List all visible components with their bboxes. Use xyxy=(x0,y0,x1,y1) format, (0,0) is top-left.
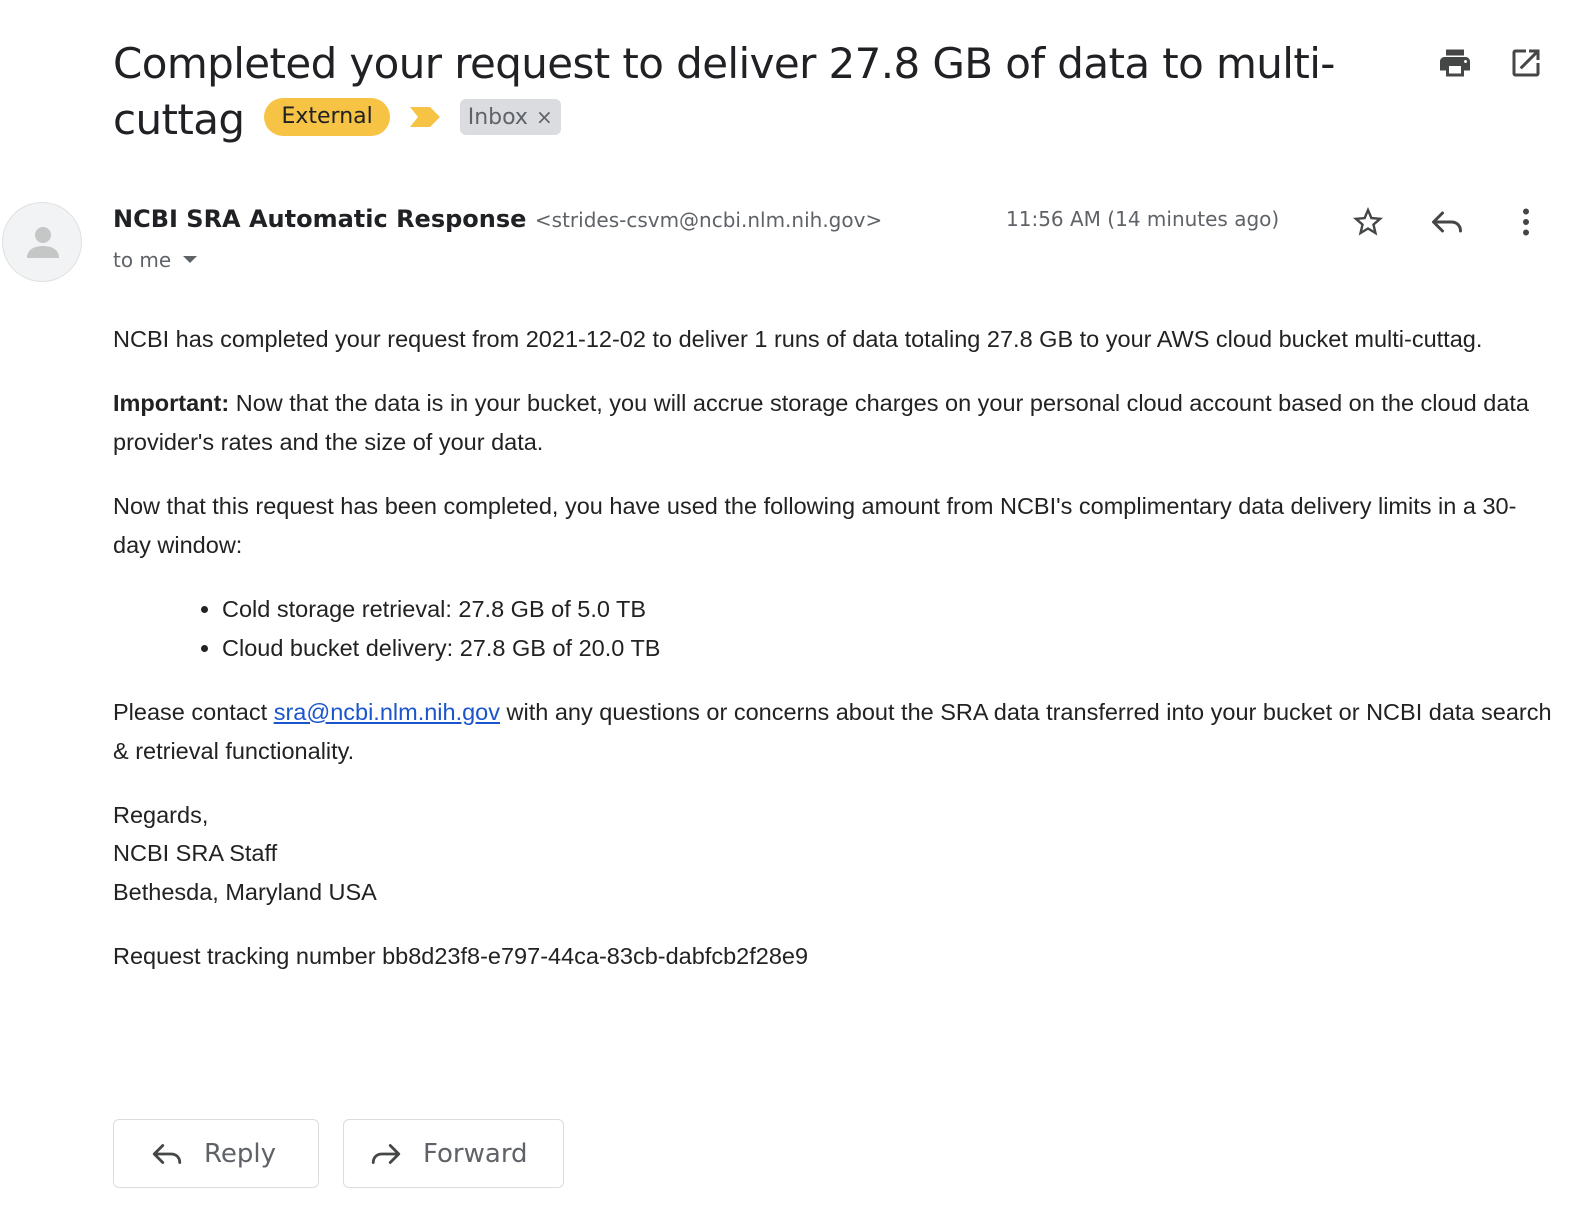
importance-marker-icon[interactable] xyxy=(408,106,442,128)
reply-icon[interactable] xyxy=(1429,204,1465,240)
list-item: Cold storage retrieval: 27.8 GB of 5.0 T… xyxy=(222,590,1553,630)
signature-location: Bethesda, Maryland USA xyxy=(113,878,377,905)
recipient-details-toggle[interactable]: to me xyxy=(113,248,198,272)
remove-label-icon[interactable]: × xyxy=(536,105,553,129)
signature: Regards, NCBI SRA Staff Bethesda, Maryla… xyxy=(113,796,1553,912)
external-label: External xyxy=(264,97,390,136)
tracking-number: Request tracking number bb8d23f8-e797-44… xyxy=(113,943,809,969)
subject-row: Completed your request to deliver 27.8 G… xyxy=(113,36,1403,148)
contact-text-before: Please contact xyxy=(113,698,274,725)
forward-icon xyxy=(371,1143,401,1164)
reply-button[interactable]: Reply xyxy=(113,1119,319,1188)
body-paragraph-limits: Now that this request has been completed… xyxy=(113,492,1517,559)
avatar[interactable] xyxy=(2,202,82,282)
contact-email-link[interactable]: sra@ncbi.nlm.nih.gov xyxy=(274,699,500,725)
list-item: Cloud bucket delivery: 27.8 GB of 20.0 T… xyxy=(222,629,1553,669)
inbox-label-text: Inbox xyxy=(467,104,528,130)
forward-button[interactable]: Forward xyxy=(343,1119,564,1188)
reply-button-label: Reply xyxy=(204,1138,277,1169)
email-body: NCBI has completed your request from 202… xyxy=(113,320,1553,1001)
sender-row: NCBI SRA Automatic Response <strides-csv… xyxy=(113,205,983,233)
sender-name[interactable]: NCBI SRA Automatic Response xyxy=(113,205,526,233)
signature-regards: Regards, xyxy=(113,801,209,828)
body-paragraph-important: Important: Now that the data is in your … xyxy=(113,384,1553,463)
limits-list: Cold storage retrieval: 27.8 GB of 5.0 T… xyxy=(113,590,1553,669)
body-paragraph-completed: NCBI has completed your request from 202… xyxy=(113,326,1483,352)
star-icon[interactable] xyxy=(1350,204,1386,240)
body-paragraph-contact: Please contact sra@ncbi.nlm.nih.gov with… xyxy=(113,693,1553,772)
recipient-label: to me xyxy=(113,248,172,272)
important-text: Now that the data is in your bucket, you… xyxy=(113,389,1529,456)
reply-icon xyxy=(152,1143,182,1164)
sender-email: <strides-csvm@ncbi.nlm.nih.gov> xyxy=(534,208,883,232)
chevron-down-icon[interactable] xyxy=(183,256,198,263)
print-icon[interactable] xyxy=(1437,45,1473,81)
forward-button-label: Forward xyxy=(423,1138,528,1169)
open-in-new-window-icon[interactable] xyxy=(1508,45,1544,81)
timestamp: 11:56 AM (14 minutes ago) xyxy=(1006,207,1280,231)
email-subject: Completed your request to deliver 27.8 G… xyxy=(113,36,1403,148)
signature-staff: NCBI SRA Staff xyxy=(113,840,278,866)
inbox-label[interactable]: Inbox × xyxy=(459,98,561,135)
default-person-icon xyxy=(27,227,59,258)
more-vert-icon[interactable] xyxy=(1508,204,1544,240)
important-label: Important: xyxy=(113,389,230,416)
